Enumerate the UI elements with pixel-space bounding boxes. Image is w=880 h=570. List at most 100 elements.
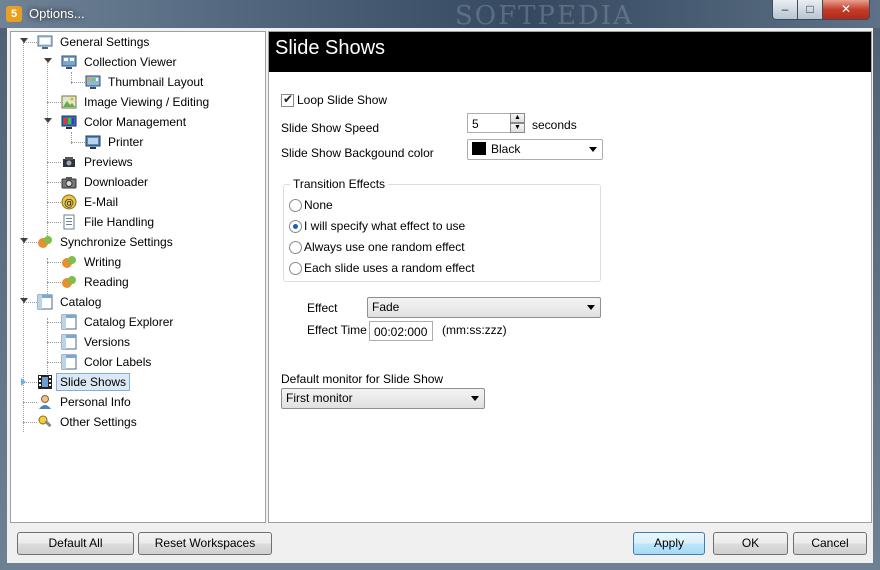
tree-item-versions[interactable]: Versions xyxy=(11,333,261,351)
loop-slide-show-checkbox[interactable]: ✔ xyxy=(281,92,294,107)
spin-down-icon[interactable]: ▼ xyxy=(510,123,525,133)
chevron-down-icon xyxy=(587,305,595,310)
sync-write-icon xyxy=(62,256,76,268)
film-icon xyxy=(38,375,52,389)
cancel-button[interactable]: Cancel xyxy=(793,532,867,555)
color-monitor-icon xyxy=(61,115,77,129)
tree-item-thumbnail-layout[interactable]: Thumbnail Layout xyxy=(11,73,261,91)
radio-specify-effect-label[interactable]: I will specify what effect to use xyxy=(304,219,465,233)
background-color-select[interactable]: Black xyxy=(467,139,603,160)
slide-show-speed-label: Slide Show Speed xyxy=(281,121,380,135)
tools-icon xyxy=(38,415,52,428)
color-labels-icon xyxy=(61,354,77,370)
tree-item-label: Versions xyxy=(84,335,131,349)
content-header: Slide Shows xyxy=(269,32,871,72)
settings-content-panel: Slide Shows ✔ Loop Slide Show Slide Show… xyxy=(268,31,872,523)
tree-item-personal-info[interactable]: Personal Info xyxy=(11,393,261,411)
page-title: Slide Shows xyxy=(275,37,386,59)
email-icon: @ xyxy=(61,194,77,210)
window-title: Options... xyxy=(29,6,85,21)
tree-item-downloader[interactable]: Downloader xyxy=(11,173,261,191)
tree-item-label: Catalog Explorer xyxy=(84,315,174,329)
tree-item-label: Catalog xyxy=(60,295,102,309)
expander-expanded-icon[interactable] xyxy=(20,298,28,303)
tree-item-label: Personal Info xyxy=(60,395,131,409)
reset-workspaces-button[interactable]: Reset Workspaces xyxy=(138,532,272,555)
app-icon: 5 xyxy=(6,6,22,22)
background-color-label: Slide Show Backgound color xyxy=(281,146,434,160)
tree-item-label: General Settings xyxy=(60,35,150,49)
expander-expanded-icon[interactable] xyxy=(20,238,28,243)
group-title: Transition Effects xyxy=(290,177,389,191)
tree-item-synchronize-settings[interactable]: Synchronize Settings xyxy=(11,233,261,251)
radio-specify-effect[interactable] xyxy=(289,220,302,233)
tree-item-catalog[interactable]: Catalog xyxy=(11,293,261,311)
monitor-icon xyxy=(37,35,53,49)
tree-item-label: Synchronize Settings xyxy=(60,235,173,249)
watermark-text: SOFTPEDIA xyxy=(455,1,634,31)
tree-item-file-handling[interactable]: File Handling xyxy=(11,213,261,231)
tree-item-label: Color Labels xyxy=(84,355,152,369)
speed-spinner[interactable]: ▲ ▼ xyxy=(510,113,525,133)
expander-collapsed-icon[interactable] xyxy=(21,378,26,386)
default-all-button[interactable]: Default All xyxy=(17,532,134,555)
image-edit-icon xyxy=(61,95,77,109)
tree-item-email[interactable]: @ E-Mail xyxy=(11,193,261,211)
tree-item-image-viewing[interactable]: Image Viewing / Editing xyxy=(11,93,261,111)
checkmark-icon: ✔ xyxy=(283,92,294,106)
tree-item-label: Slide Shows xyxy=(56,373,131,391)
tree-item-label: Reading xyxy=(84,275,129,289)
radio-each-slide-random[interactable] xyxy=(289,262,302,275)
radio-each-slide-random-label[interactable]: Each slide uses a random effect xyxy=(304,261,475,275)
tree-item-reading[interactable]: Reading xyxy=(11,273,261,291)
dialog-client-area: General Settings Collection Viewer Thumb… xyxy=(7,28,873,563)
person-icon xyxy=(39,395,51,409)
tree-item-catalog-explorer[interactable]: Catalog Explorer xyxy=(11,313,261,331)
maximize-button[interactable]: □ xyxy=(797,0,823,20)
default-monitor-label: Default monitor for Slide Show xyxy=(281,372,444,386)
ok-button[interactable]: OK xyxy=(713,532,788,555)
radio-none[interactable] xyxy=(289,199,302,212)
tree-item-other-settings[interactable]: Other Settings xyxy=(11,413,261,431)
tree-item-previews[interactable]: Previews xyxy=(11,153,261,171)
speed-unit-label: seconds xyxy=(532,118,577,132)
tree-item-color-labels[interactable]: Color Labels xyxy=(11,353,261,371)
chevron-down-icon xyxy=(589,147,597,152)
tree-item-label: Thumbnail Layout xyxy=(108,75,204,89)
transition-effects-group: Transition Effects None I will specify w… xyxy=(283,177,601,282)
minimize-button[interactable]: – xyxy=(772,0,798,20)
file-icon xyxy=(63,214,75,230)
expander-expanded-icon[interactable] xyxy=(20,38,28,43)
default-monitor-select[interactable]: First monitor xyxy=(281,388,485,409)
effect-select[interactable]: Fade xyxy=(367,297,601,318)
tree-item-general-settings[interactable]: General Settings xyxy=(11,33,261,51)
apply-button[interactable]: Apply xyxy=(633,532,705,555)
tree-item-color-management[interactable]: Color Management xyxy=(11,113,261,131)
settings-tree[interactable]: General Settings Collection Viewer Thumb… xyxy=(10,31,266,523)
effect-time-input[interactable]: 00:02:000 xyxy=(369,321,433,341)
tree-item-label: Writing xyxy=(84,255,122,269)
svg-text:@: @ xyxy=(64,198,74,209)
close-icon: ✕ xyxy=(840,2,852,16)
effect-value: Fade xyxy=(372,300,400,314)
slide-show-speed-input[interactable]: 5 xyxy=(467,113,511,133)
radio-one-random-effect-label[interactable]: Always use one random effect xyxy=(304,240,465,254)
minimize-icon: – xyxy=(781,2,789,16)
close-button[interactable]: ✕ xyxy=(822,0,870,20)
expander-expanded-icon[interactable] xyxy=(44,58,52,63)
tree-item-writing[interactable]: Writing xyxy=(11,253,261,271)
tree-item-label: Previews xyxy=(84,155,133,169)
sync-read-icon xyxy=(62,276,76,288)
tree-item-collection-viewer[interactable]: Collection Viewer xyxy=(11,53,261,71)
tree-item-slide-shows[interactable]: Slide Shows xyxy=(11,373,261,391)
loop-slide-show-label[interactable]: Loop Slide Show xyxy=(297,93,387,107)
chevron-down-icon xyxy=(471,396,479,401)
spin-up-icon[interactable]: ▲ xyxy=(510,113,525,123)
expander-expanded-icon[interactable] xyxy=(44,118,52,123)
tree-item-label: Collection Viewer xyxy=(84,55,177,69)
radio-one-random-effect[interactable] xyxy=(289,241,302,254)
collection-viewer-icon xyxy=(61,55,77,69)
tree-item-printer[interactable]: Printer xyxy=(11,133,261,151)
radio-none-label[interactable]: None xyxy=(304,198,333,212)
title-bar[interactable]: 5 Options... SOFTPEDIA – □ ✕ xyxy=(0,0,880,31)
